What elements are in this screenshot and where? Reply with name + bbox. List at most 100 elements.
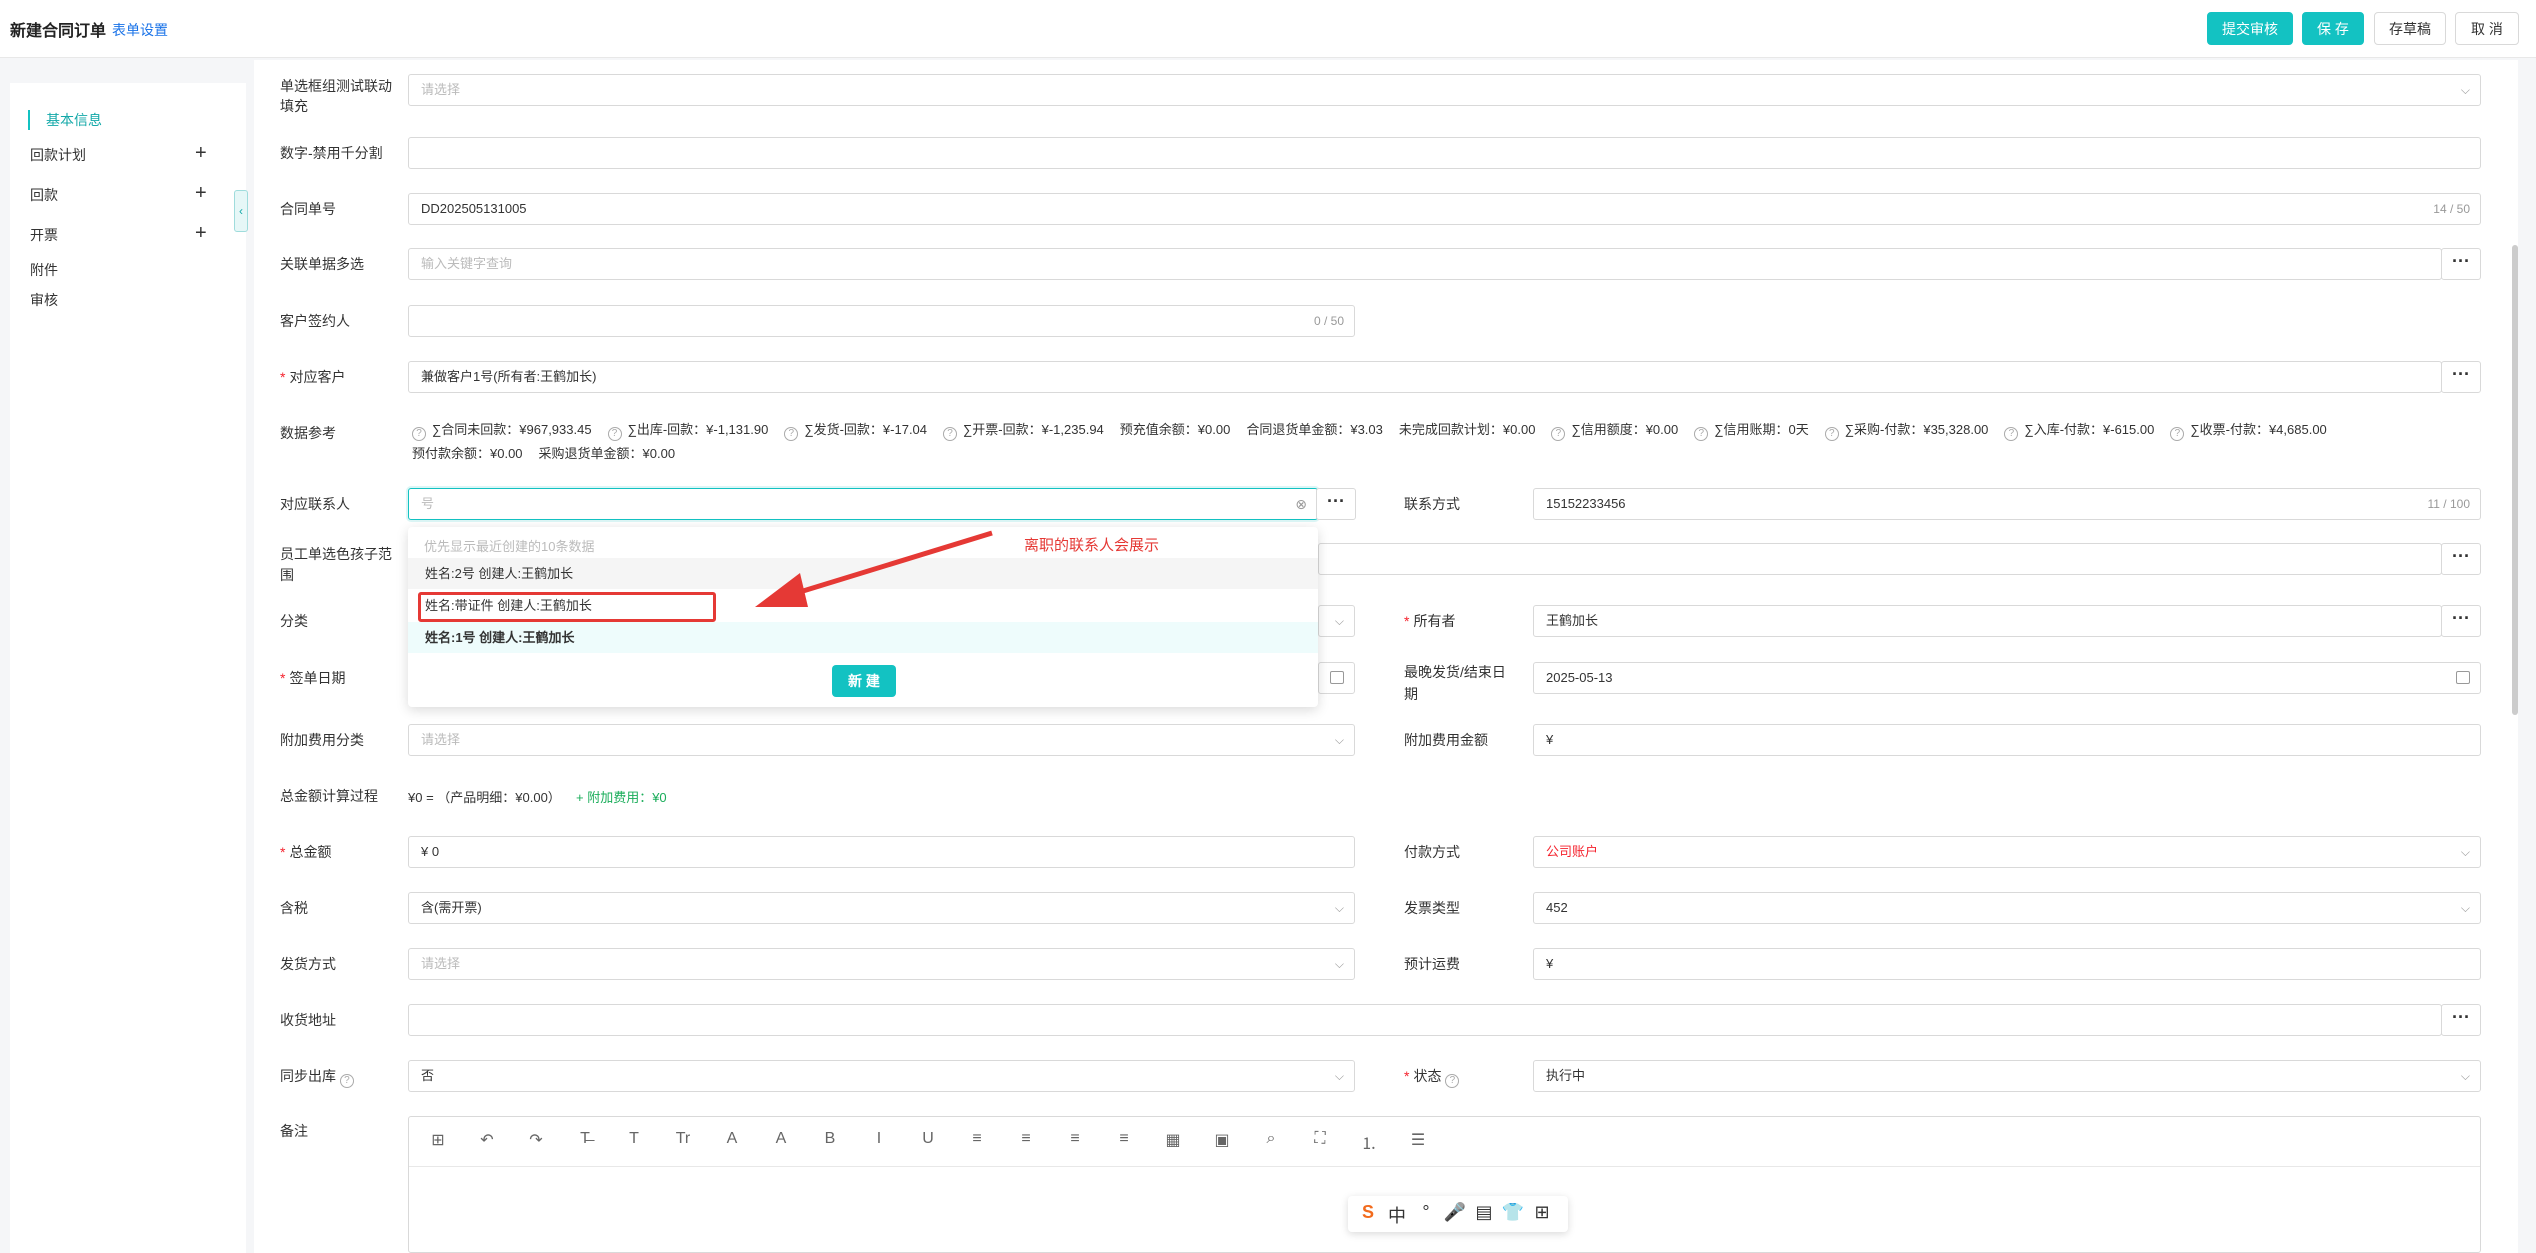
ime-tool-icon[interactable]: 👕 — [1501, 1202, 1525, 1223]
plus-icon[interactable]: + — [195, 223, 207, 243]
related-docs-input[interactable]: 输入关键字查询 — [408, 248, 2442, 280]
status-select[interactable]: 执行中 ⌵ — [1533, 1060, 2481, 1092]
cancel-button[interactable]: 取 消 — [2455, 12, 2519, 45]
help-icon[interactable]: ? — [2170, 427, 2185, 441]
more-icon[interactable]: ··· — [2441, 543, 2481, 575]
editor-tool-icon[interactable]: T̶ — [574, 1130, 596, 1148]
editor-tool-icon[interactable]: ↶ — [476, 1130, 498, 1150]
sign-date-picker[interactable] — [1318, 662, 1355, 694]
signer-input[interactable]: 0 / 50 — [408, 305, 1355, 337]
help-icon[interactable]: ? — [784, 427, 799, 441]
dropdown-option[interactable]: 姓名:1号 创建人:王鹤加长 — [408, 622, 1318, 653]
data-ref-item: 采购退货单金额：¥0.00 — [538, 446, 676, 461]
editor-tool-icon[interactable]: ⌕ — [1260, 1130, 1282, 1148]
help-icon[interactable]: ? — [607, 427, 622, 441]
editor-tool-icon[interactable]: ≡ — [1113, 1130, 1135, 1148]
more-icon[interactable]: ··· — [2441, 361, 2481, 393]
contact-method-input[interactable]: 15152233456 11 / 100 — [1533, 488, 2481, 520]
payment-method-select[interactable]: 公司账户 ⌵ — [1533, 836, 2481, 868]
field-label: 数据参考 — [280, 425, 336, 441]
editor-tool-icon[interactable]: A — [770, 1130, 792, 1148]
help-icon[interactable]: ? — [412, 427, 426, 441]
submit-review-button[interactable]: 提交审核 — [2207, 12, 2293, 45]
extra-fee-amount-input[interactable]: ¥ — [1533, 724, 2481, 756]
contact-input[interactable]: 号 ⊗ — [408, 488, 1318, 520]
ime-tool-icon[interactable]: S — [1356, 1202, 1380, 1223]
editor-tool-icon[interactable]: I — [868, 1130, 890, 1148]
editor-tool-icon[interactable]: ≡ — [1064, 1130, 1086, 1148]
editor-tool-icon[interactable]: ⛶ — [1309, 1130, 1331, 1148]
editor-tool-icon[interactable]: ⒈ — [1358, 1130, 1380, 1154]
editor-tool-icon[interactable]: ▣ — [1211, 1130, 1233, 1150]
ime-tool-icon[interactable]: ° — [1414, 1202, 1438, 1223]
category-select[interactable]: ⌵ — [1318, 605, 1355, 637]
help-icon[interactable]: ? — [1551, 427, 1566, 441]
sync-out-select[interactable]: 否 ⌵ — [408, 1060, 1355, 1092]
dropdown-hint: 优先显示最近创建的10条数据 — [424, 539, 595, 554]
more-icon[interactable]: ··· — [2441, 605, 2481, 637]
help-icon[interactable]: ? — [943, 427, 958, 441]
editor-tool-icon[interactable]: ↷ — [525, 1130, 547, 1150]
editor-tool-icon[interactable]: ≡ — [1015, 1130, 1037, 1148]
help-icon[interactable]: ? — [2004, 427, 2019, 441]
help-icon[interactable]: ? — [1694, 427, 1709, 441]
editor-tool-icon[interactable]: ≡ — [966, 1130, 988, 1148]
sidebar-item-payment-plan[interactable]: 回款计划 — [30, 145, 86, 165]
help-icon[interactable]: ? — [1445, 1074, 1460, 1088]
ime-tool-icon[interactable]: ▤ — [1472, 1202, 1496, 1223]
save-draft-button[interactable]: 存草稿 — [2374, 12, 2446, 45]
total-amount-input[interactable]: ¥ 0 — [408, 836, 1355, 868]
sidebar-item-basic-info[interactable]: 基本信息 — [28, 110, 102, 130]
help-icon[interactable]: ? — [1824, 427, 1839, 441]
last-ship-date-picker[interactable]: 2025-05-13 — [1533, 662, 2481, 694]
editor-tool-icon[interactable]: ▦ — [1162, 1130, 1184, 1150]
editor-tool-icon[interactable]: A — [721, 1130, 743, 1148]
ime-tool-icon[interactable]: 中 — [1385, 1202, 1409, 1228]
sidebar-item-review[interactable]: 审核 — [30, 290, 58, 310]
owner-input[interactable]: 王鹤加长 — [1533, 605, 2442, 637]
number-input[interactable] — [408, 137, 2481, 169]
more-icon[interactable]: ··· — [1316, 488, 1356, 520]
ime-tool-icon[interactable]: 🎤 — [1443, 1202, 1467, 1223]
save-button[interactable]: 保 存 — [2302, 12, 2364, 45]
plus-icon[interactable]: + — [195, 183, 207, 203]
more-icon[interactable]: ··· — [2441, 248, 2481, 280]
ime-tool-icon[interactable]: ⊞ — [1530, 1202, 1554, 1223]
data-ref-item: 合同退货单金额：¥3.03 — [1246, 422, 1383, 437]
chevron-down-icon: ⌵ — [2460, 901, 2470, 915]
editor-tool-icon[interactable]: Tr — [672, 1130, 694, 1148]
editor-tool-icon[interactable]: ⊞ — [427, 1130, 449, 1150]
editor-tool-icon[interactable]: ☰ — [1407, 1130, 1429, 1150]
customer-input[interactable]: 兼做客户1号(所有者:王鹤加长) — [408, 361, 2442, 393]
plus-icon[interactable]: + — [195, 143, 207, 163]
remark-editor[interactable]: ⊞ ↶ ↷ T̶ T Tr A A B I U ≡ ≡ ≡ ≡ ▦ ▣ ⌕ ⛶ ⒈ ☰ — [408, 1116, 2481, 1253]
editor-tool-icon[interactable]: B — [819, 1130, 841, 1148]
employee-range-input[interactable] — [1318, 543, 2442, 575]
collapse-sidebar-icon[interactable]: ‹ — [234, 190, 248, 232]
sidebar-item-invoice[interactable]: 开票 — [30, 225, 58, 245]
new-contact-button[interactable]: 新 建 — [832, 665, 896, 697]
invoice-type-select[interactable]: 452 ⌵ — [1533, 892, 2481, 924]
contract-no-input[interactable]: DD202505131005 14 / 50 — [408, 193, 2481, 225]
more-icon[interactable]: ··· — [2441, 1004, 2481, 1036]
ship-method-select[interactable]: 请选择 ⌵ — [408, 948, 1355, 980]
freight-input[interactable]: ¥ — [1533, 948, 2481, 980]
scrollbar[interactable] — [2512, 245, 2518, 715]
sidebar-item-attachment[interactable]: 附件 — [30, 260, 58, 280]
tax-select[interactable]: 含(需开票) ⌵ — [408, 892, 1355, 924]
extra-fee-category-select[interactable]: 请选择 ⌵ — [408, 724, 1355, 756]
editor-tool-icon[interactable]: T — [623, 1130, 645, 1148]
highlight-box — [418, 592, 716, 622]
radio-linkage-select[interactable]: 请选择 ⌵ — [408, 74, 2481, 106]
data-ref-item: ? ∑采购-付款：¥35,328.00 — [1824, 422, 1988, 441]
editor-tool-icon[interactable]: U — [917, 1130, 939, 1148]
form-setting-link[interactable]: 表单设置 — [112, 20, 168, 40]
field-label: 对应联系人 — [280, 496, 350, 512]
clear-icon[interactable]: ⊗ — [1295, 489, 1307, 519]
sidebar-item-payment[interactable]: 回款 — [30, 185, 58, 205]
calendar-icon — [2456, 671, 2470, 684]
field-label: 客户签约人 — [280, 313, 350, 329]
help-icon[interactable]: ? — [339, 1074, 354, 1088]
field-label: 数字-禁用千分割 — [280, 145, 383, 161]
address-input[interactable] — [408, 1004, 2442, 1036]
